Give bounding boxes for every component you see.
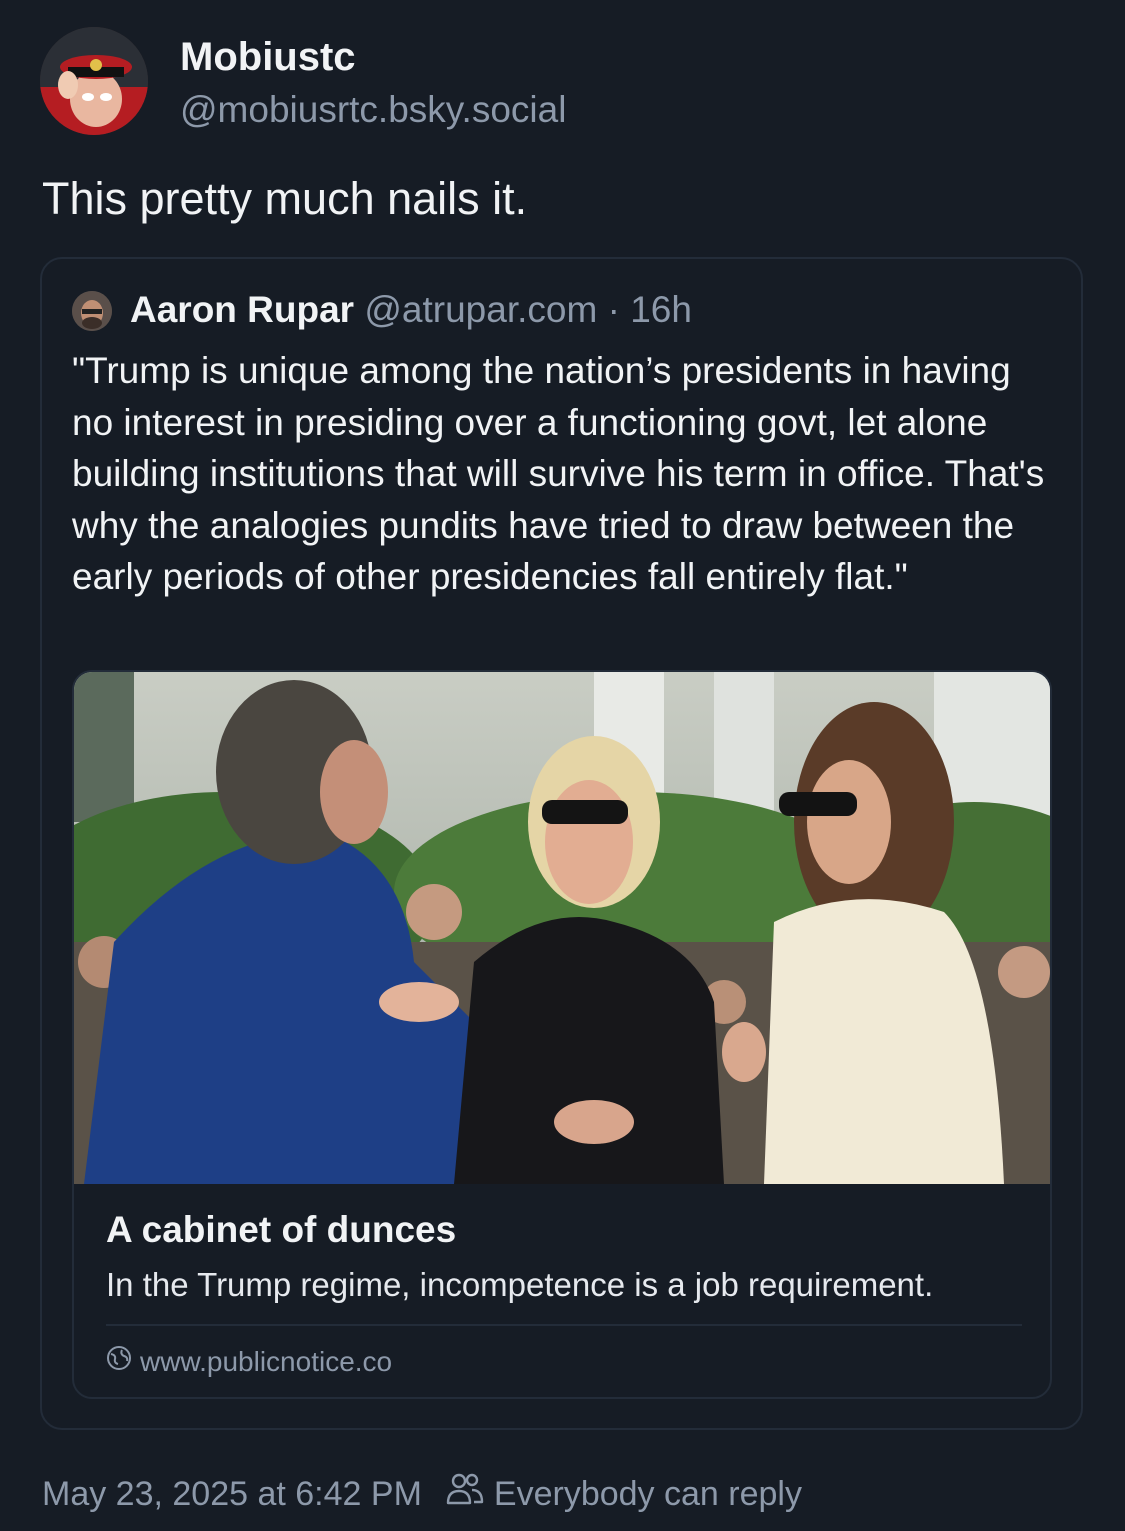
link-card-image (74, 672, 1050, 1184)
author-handle[interactable]: @mobiusrtc.bsky.social (180, 88, 566, 132)
quoted-post-text: "Trump is unique among the nation’s pres… (72, 350, 1045, 597)
quoted-author-avatar[interactable] (72, 291, 112, 331)
link-card-domain-row: www.publicnotice.co (106, 1344, 392, 1380)
reply-setting[interactable]: Everybody can reply (446, 1472, 802, 1516)
link-card-title: A cabinet of dunces (106, 1209, 457, 1250)
avatar-image (72, 291, 112, 331)
people-icon (446, 1472, 484, 1516)
author-avatar[interactable] (40, 27, 148, 135)
avatar-image (40, 27, 148, 135)
post-thread-item: Mobiustc @mobiusrtc.bsky.social This pre… (0, 0, 1125, 1531)
link-card-photo (74, 672, 1050, 1184)
link-card-domain: www.publicnotice.co (140, 1346, 393, 1377)
author-display-name[interactable]: Mobiustc (180, 34, 356, 80)
link-card[interactable]: A cabinet of dunces In the Trump regime,… (72, 670, 1052, 1399)
link-card-description: In the Trump regime, incompetence is a j… (106, 1266, 934, 1303)
post-footer: May 23, 2025 at 6:42 PM Everybody can re… (42, 1472, 802, 1516)
quoted-post-header: Aaron Rupar @atrupar.com · 16h (130, 288, 692, 332)
separator-dot: · (607, 289, 620, 330)
quoted-author-handle[interactable]: @atrupar.com (364, 289, 597, 330)
quoted-author-name[interactable]: Aaron Rupar (130, 289, 354, 330)
globe-icon (106, 1344, 132, 1380)
quoted-post-time[interactable]: 16h (630, 289, 692, 330)
post-timestamp: May 23, 2025 at 6:42 PM (42, 1475, 422, 1513)
link-card-divider (106, 1324, 1022, 1326)
post-text: This pretty much nails it. (42, 173, 528, 224)
reply-setting-label[interactable]: Everybody can reply (494, 1473, 802, 1515)
